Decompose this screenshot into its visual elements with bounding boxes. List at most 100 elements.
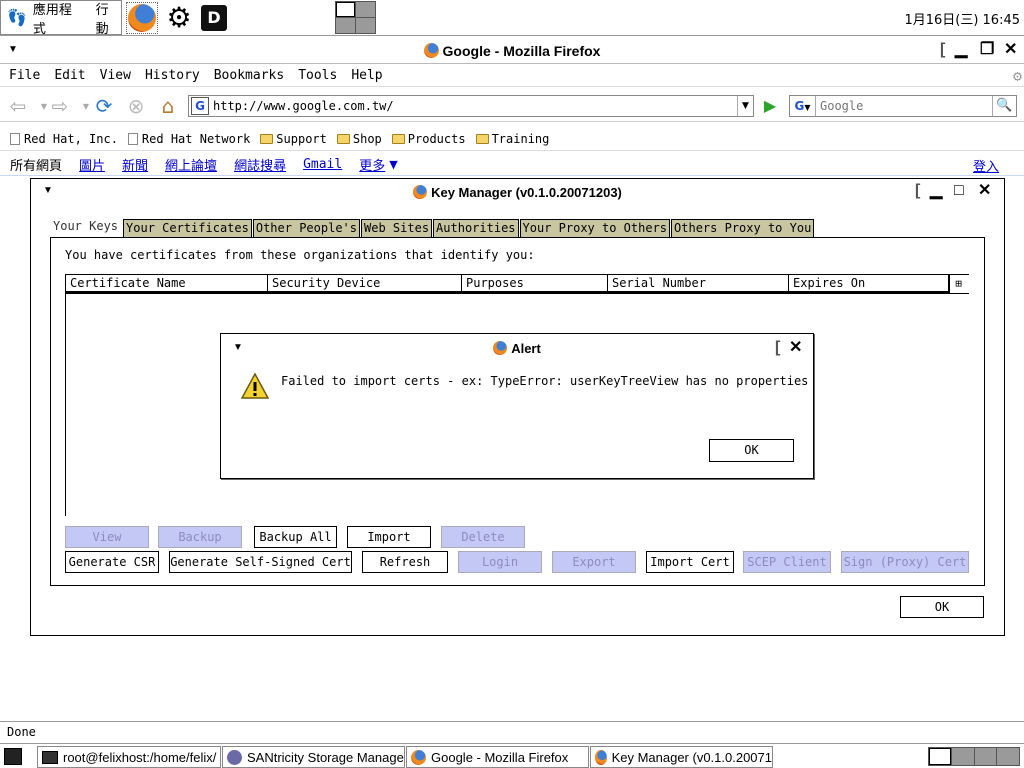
workspace-switcher[interactable] bbox=[335, 1, 376, 34]
firefox-titlebar[interactable]: ▼ Google - Mozilla Firefox [ ▁ ❐ ✕ bbox=[0, 38, 1024, 64]
menu-edit[interactable]: Edit bbox=[54, 68, 85, 83]
page-icon bbox=[10, 132, 20, 145]
menu-view[interactable]: View bbox=[100, 68, 131, 83]
workspace-2[interactable] bbox=[951, 748, 974, 765]
close-icon[interactable]: ✕ bbox=[1004, 42, 1017, 58]
google-link-blogsearch[interactable]: 網誌搜尋 bbox=[234, 155, 286, 174]
generate-self-signed-cert-button[interactable]: Generate Self-Signed Cert bbox=[169, 551, 352, 573]
bookmark-products[interactable]: Products bbox=[391, 132, 466, 146]
google-link-news[interactable]: 新聞 bbox=[122, 155, 148, 174]
delete-button[interactable]: Delete bbox=[441, 526, 525, 548]
search-icon[interactable]: 🔍 bbox=[992, 96, 1016, 116]
tab-authorities[interactable]: Authorities bbox=[433, 219, 519, 237]
backup-all-button[interactable]: Backup All bbox=[254, 526, 337, 548]
generate-csr-button[interactable]: Generate CSR bbox=[65, 551, 159, 573]
applications-menu[interactable]: 👣 應用程式 行動 bbox=[0, 0, 122, 37]
terminal-launcher-icon[interactable]: D bbox=[198, 2, 230, 34]
menu-history[interactable]: History bbox=[145, 68, 200, 83]
bookmark-support[interactable]: Support bbox=[260, 132, 327, 146]
back-arrow-icon[interactable]: ⇦ bbox=[6, 94, 30, 118]
tab-other-peoples[interactable]: Other People's bbox=[252, 219, 361, 237]
search-engine-icon[interactable]: G▼ bbox=[790, 96, 816, 116]
menu-help[interactable]: Help bbox=[351, 68, 382, 83]
bookmark-label: Support bbox=[276, 131, 327, 146]
tab-your-keys[interactable]: Your Keys bbox=[51, 218, 121, 237]
url-dropdown-icon[interactable]: ▼ bbox=[737, 96, 753, 116]
bookmark-red-hat-inc[interactable]: Red Hat, Inc. bbox=[10, 132, 118, 146]
workspace-2[interactable] bbox=[356, 2, 375, 17]
menu-tools[interactable]: Tools bbox=[298, 68, 337, 83]
search-input[interactable] bbox=[816, 99, 992, 113]
menu-file[interactable]: File bbox=[9, 68, 40, 83]
more-dropdown-icon[interactable]: ▼ bbox=[389, 158, 397, 171]
workspace-3[interactable] bbox=[974, 748, 997, 765]
tab-web-sites[interactable]: Web Sites bbox=[361, 219, 433, 237]
taskbar-item-firefox[interactable]: Google - Mozilla Firefox bbox=[406, 746, 589, 768]
workspace-1[interactable] bbox=[336, 2, 355, 17]
forward-arrow-icon[interactable]: ⇨ bbox=[48, 94, 72, 118]
bottom-panel: root@felixhost:/home/felix/ SANtricity S… bbox=[0, 743, 1024, 768]
window-menu-icon[interactable]: ▼ bbox=[233, 340, 243, 356]
google-link-groups[interactable]: 網上論壇 bbox=[165, 155, 217, 174]
google-login-link[interactable]: 登入 bbox=[973, 156, 999, 175]
taskbar-item-santricity[interactable]: SANtricity Storage Manage bbox=[222, 746, 405, 768]
workspace-switcher-bottom[interactable] bbox=[928, 747, 1020, 766]
minimize-icon[interactable]: ▁ bbox=[955, 42, 967, 58]
workspace-3[interactable] bbox=[336, 18, 355, 33]
minimize-icon[interactable]: ▁ bbox=[930, 183, 942, 199]
actions-label[interactable]: 行動 bbox=[96, 0, 121, 37]
workspace-1[interactable] bbox=[929, 748, 951, 765]
google-link-gmail[interactable]: Gmail bbox=[303, 157, 342, 172]
menu-bookmarks[interactable]: Bookmarks bbox=[214, 68, 284, 83]
alert-titlebar[interactable]: ▼ Alert [ ✕ bbox=[221, 336, 813, 360]
close-icon[interactable]: ✕ bbox=[978, 183, 991, 199]
export-button[interactable]: Export bbox=[552, 551, 636, 573]
tab-your-certificates[interactable]: Your Certificates bbox=[123, 219, 252, 237]
login-button[interactable]: Login bbox=[458, 551, 542, 573]
search-bar[interactable]: G▼ 🔍 bbox=[789, 95, 1017, 117]
bookmarks-toolbar: Red Hat, Inc. Red Hat Network Support Sh… bbox=[0, 127, 1024, 151]
column-purposes[interactable]: Purposes bbox=[462, 275, 608, 293]
key-manager-titlebar[interactable]: ▼ Key Manager (v0.1.0.20071203) [ ▁ □ ✕ bbox=[31, 179, 1004, 205]
clock[interactable]: 1月16日(三) 16:45 bbox=[904, 9, 1020, 28]
firefox-launcher-icon[interactable] bbox=[126, 2, 158, 34]
column-security-device[interactable]: Security Device bbox=[268, 275, 462, 293]
column-expires-on[interactable]: Expires On bbox=[789, 275, 949, 293]
url-text[interactable]: http://www.google.com.tw/ bbox=[213, 99, 737, 113]
tab-your-proxy-to-others[interactable]: Your Proxy to Others bbox=[519, 219, 671, 237]
column-picker-icon[interactable]: ⊞ bbox=[949, 275, 967, 293]
maximize-icon[interactable]: □ bbox=[954, 183, 964, 199]
bookmark-training[interactable]: Training bbox=[475, 132, 549, 146]
google-link-images[interactable]: 圖片 bbox=[79, 155, 105, 174]
show-desktop-icon[interactable] bbox=[4, 748, 22, 765]
reload-icon[interactable]: ⟳ bbox=[92, 94, 116, 118]
maximize-icon[interactable]: ❐ bbox=[980, 42, 994, 58]
column-certificate-name[interactable]: Certificate Name bbox=[66, 275, 268, 293]
scep-client-button[interactable]: SCEP Client bbox=[743, 551, 831, 573]
go-arrow-icon[interactable]: ▶ bbox=[760, 96, 780, 116]
google-link-more[interactable]: 更多 bbox=[359, 155, 385, 174]
home-icon[interactable]: ⌂ bbox=[156, 94, 180, 118]
column-serial-number[interactable]: Serial Number bbox=[608, 275, 789, 293]
close-icon[interactable]: ✕ bbox=[789, 340, 802, 356]
taskbar-item-terminal[interactable]: root@felixhost:/home/felix/ bbox=[37, 746, 221, 768]
window-menu-icon[interactable]: ▼ bbox=[8, 42, 18, 58]
tab-others-proxy-to-you[interactable]: Others Proxy to You bbox=[671, 219, 815, 237]
refresh-button[interactable]: Refresh bbox=[362, 551, 448, 573]
sign-proxy-cert-button[interactable]: Sign (Proxy) Cert bbox=[841, 551, 969, 573]
import-cert-button[interactable]: Import Cert bbox=[646, 551, 734, 573]
workspace-4[interactable] bbox=[356, 18, 375, 33]
key-manager-ok-button[interactable]: OK bbox=[900, 596, 984, 618]
stop-icon[interactable]: ⊗ bbox=[124, 94, 148, 118]
view-button[interactable]: View bbox=[65, 526, 149, 548]
taskbar-item-key-manager[interactable]: Key Manager (v0.1.0.20071 bbox=[590, 746, 773, 768]
bookmark-red-hat-network[interactable]: Red Hat Network bbox=[127, 132, 250, 146]
alert-ok-button[interactable]: OK bbox=[709, 439, 794, 462]
workspace-4[interactable] bbox=[997, 748, 1019, 765]
bookmark-shop[interactable]: Shop bbox=[336, 132, 382, 146]
gear-icon[interactable]: ⚙ bbox=[163, 2, 195, 34]
backup-button[interactable]: Backup bbox=[158, 526, 242, 548]
window-menu-icon[interactable]: ▼ bbox=[43, 183, 53, 199]
url-bar[interactable]: G http://www.google.com.tw/ ▼ bbox=[188, 95, 754, 117]
import-button[interactable]: Import bbox=[347, 526, 431, 548]
